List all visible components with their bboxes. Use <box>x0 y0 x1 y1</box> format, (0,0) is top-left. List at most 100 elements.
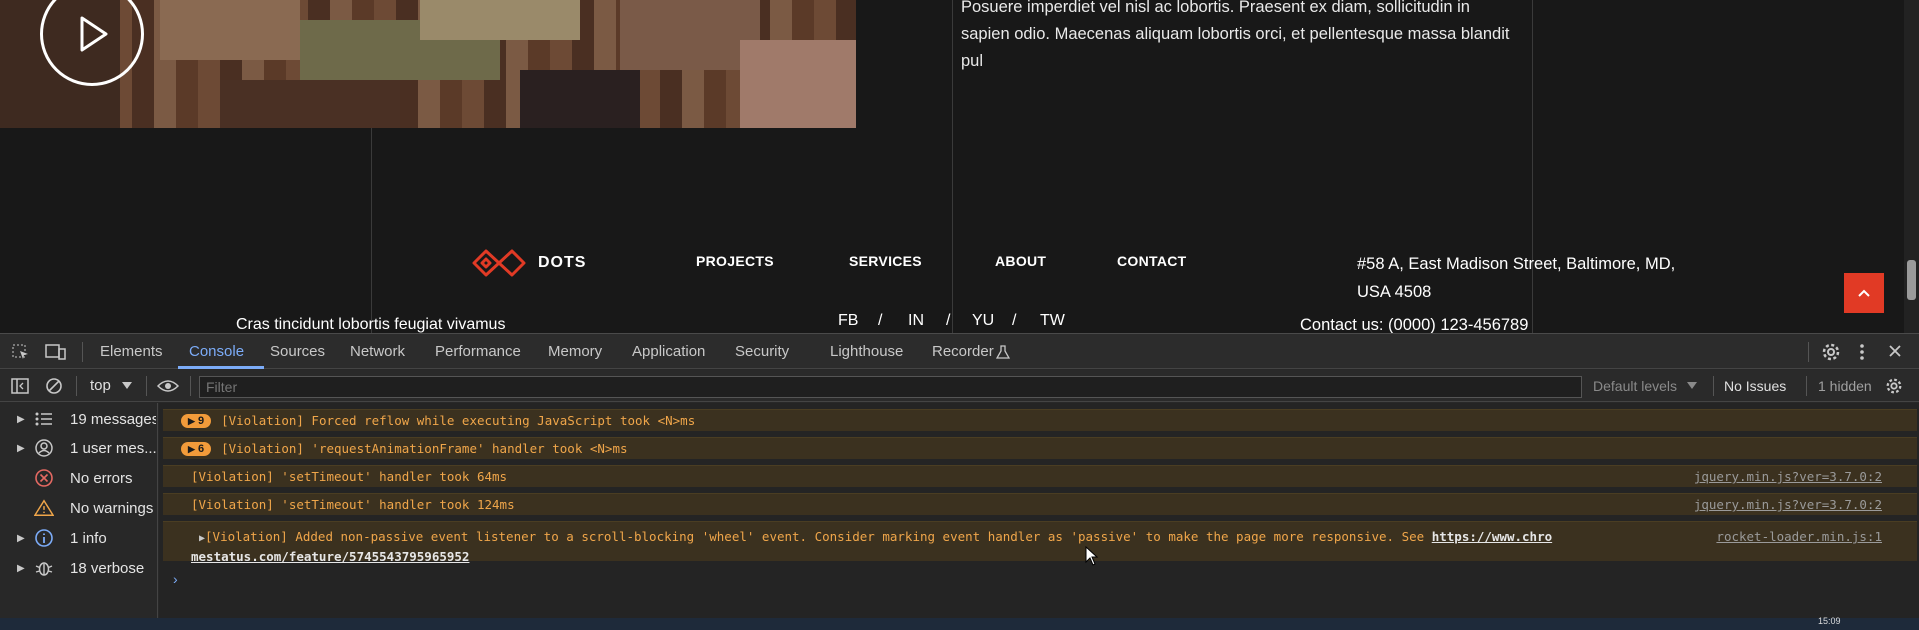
console-messages: ▶ 9 [Violation] Forced reflow while exec… <box>159 403 1919 619</box>
tab-lighthouse[interactable]: Lighthouse <box>830 343 903 360</box>
sidebar-item-verbose[interactable]: ▶ 18 verbose <box>0 554 158 582</box>
more-options-icon[interactable] <box>1858 342 1866 362</box>
message-text: [Violation] Added non-passive event list… <box>205 529 1432 544</box>
console-sidebar: ▶ 19 messages ▶ 1 user mes... No errors … <box>0 403 158 619</box>
tab-performance[interactable]: Performance <box>435 343 521 360</box>
console-message[interactable]: ▶ 6 [Violation] 'requestAnimationFrame' … <box>163 437 1917 459</box>
issues-button[interactable]: No Issues <box>1724 378 1786 394</box>
eye-icon[interactable] <box>157 378 179 394</box>
nav-projects[interactable]: PROJECTS <box>696 253 774 269</box>
message-text: [Violation] Forced reflow while executin… <box>221 413 696 428</box>
console-message[interactable]: ▶ 9 [Violation] Forced reflow while exec… <box>163 409 1917 431</box>
device-toolbar-icon[interactable] <box>45 343 67 361</box>
message-text: [Violation] 'setTimeout' handler took 64… <box>191 469 508 484</box>
console-toolbar: top Default levels No Issues 1 hidden <box>0 370 1919 402</box>
console-prompt-icon[interactable]: › <box>173 571 178 587</box>
tab-elements[interactable]: Elements <box>100 343 163 360</box>
os-taskbar: 15:09 <box>0 616 1919 630</box>
console-message[interactable]: [Violation] 'setTimeout' handler took 12… <box>163 493 1917 515</box>
contact-text: Contact us: (0000) 123-456789 <box>1300 316 1529 333</box>
expand-arrow-icon[interactable]: ▶ <box>17 414 25 425</box>
tab-recorder[interactable]: Recorder <box>932 343 994 360</box>
log-levels-select[interactable]: Default levels <box>1593 378 1677 394</box>
sidebar-item-messages[interactable]: ▶ 19 messages <box>0 405 158 433</box>
social-separator: / <box>1012 312 1017 329</box>
social-in[interactable]: IN <box>908 312 946 330</box>
console-message[interactable]: ▶[Violation] Added non-passive event lis… <box>163 521 1917 564</box>
sidebar-item-label: No warnings <box>70 499 154 517</box>
body-paragraph: Posuere imperdiet vel nisl ac lobortis. … <box>961 0 1510 70</box>
dropdown-arrow-icon <box>122 382 132 389</box>
error-icon <box>34 468 54 488</box>
footer-tagline: Cras tincidunt lobortis feugiat vivamus <box>236 316 506 333</box>
filter-input[interactable] <box>199 376 1582 398</box>
message-link[interactable]: https://www.chro <box>1432 529 1552 544</box>
tab-security[interactable]: Security <box>735 343 789 360</box>
warning-icon <box>34 498 54 518</box>
site-logo[interactable]: DOTS <box>470 246 586 280</box>
tab-network[interactable]: Network <box>350 343 405 360</box>
social-separator: / <box>946 312 951 329</box>
levels-dropdown-icon <box>1687 382 1697 389</box>
list-icon <box>34 409 54 429</box>
mouse-cursor-icon <box>1085 546 1099 566</box>
sidebar-item-label: 1 info <box>70 529 107 547</box>
page-scrollbar[interactable] <box>1904 0 1919 333</box>
social-links: FB / IN / YU / TW <box>838 312 1065 330</box>
address-text: #58 A, East Madison Street, Baltimore, M… <box>1357 255 1676 301</box>
social-separator: / <box>878 312 883 329</box>
info-icon <box>34 528 54 548</box>
sidebar-item-label: 18 verbose <box>70 559 145 577</box>
sidebar-item-user-messages[interactable]: ▶ 1 user mes... <box>0 434 158 462</box>
scroll-to-top-button[interactable] <box>1844 273 1884 313</box>
console-message[interactable]: [Violation] 'setTimeout' handler took 64… <box>163 465 1917 487</box>
settings-gear-icon[interactable] <box>1821 342 1841 362</box>
logo-text: DOTS <box>538 254 587 271</box>
scrollbar-thumb[interactable] <box>1907 260 1916 300</box>
expand-arrow-icon[interactable]: ▶ <box>17 443 25 454</box>
expand-arrow-icon[interactable]: ▶ <box>17 533 25 544</box>
message-text: [Violation] 'requestAnimationFrame' hand… <box>221 441 628 456</box>
taskbar-clock: 15:09 <box>1818 616 1841 626</box>
clear-console-icon[interactable] <box>45 377 63 395</box>
devtools-tabbar: Elements Console Sources Network Perform… <box>0 334 1919 369</box>
expand-arrow-icon[interactable]: ▶ <box>191 533 205 544</box>
expand-arrow-icon[interactable]: ▶ <box>17 563 25 574</box>
active-tab-indicator <box>178 366 264 369</box>
source-link[interactable]: jquery.min.js?ver=3.7.0:2 <box>1694 469 1882 484</box>
tab-console[interactable]: Console <box>189 343 244 360</box>
chevron-up-icon <box>1858 289 1870 297</box>
social-yu[interactable]: YU <box>972 312 1012 330</box>
tab-application[interactable]: Application <box>632 343 705 360</box>
close-icon[interactable] <box>1888 344 1902 358</box>
repeat-count-badge[interactable]: ▶ 6 <box>181 441 212 456</box>
video-thumbnail[interactable] <box>0 0 856 128</box>
sidebar-item-warnings[interactable]: No warnings <box>0 494 158 522</box>
bug-icon <box>34 558 54 578</box>
sidebar-item-label: 1 user mes... <box>70 439 156 457</box>
context-select[interactable]: top <box>90 377 111 394</box>
tab-memory[interactable]: Memory <box>548 343 602 360</box>
sidebar-toggle-icon[interactable] <box>11 378 29 394</box>
console-settings-icon[interactable] <box>1885 377 1903 395</box>
sidebar-item-errors[interactable]: No errors <box>0 464 158 492</box>
repeat-count-badge[interactable]: ▶ 9 <box>181 413 212 428</box>
sidebar-item-label: No errors <box>70 469 133 487</box>
nav-about[interactable]: ABOUT <box>995 253 1046 269</box>
message-text: [Violation] 'setTimeout' handler took 12… <box>191 497 515 512</box>
hidden-count: 1 hidden <box>1818 378 1872 394</box>
website-viewport: Posuere imperdiet vel nisl ac lobortis. … <box>0 0 1919 333</box>
devtools-panel: Elements Console Sources Network Perform… <box>0 333 1919 619</box>
play-icon <box>80 16 108 52</box>
social-tw[interactable]: TW <box>1040 312 1065 330</box>
inspect-element-icon[interactable] <box>11 343 31 361</box>
tab-sources[interactable]: Sources <box>270 343 325 360</box>
social-fb[interactable]: FB <box>838 312 878 330</box>
message-link-continued[interactable]: mestatus.com/feature/5745543795965952 <box>191 549 469 564</box>
source-link[interactable]: rocket-loader.min.js:1 <box>1716 528 1882 546</box>
nav-services[interactable]: SERVICES <box>849 253 922 269</box>
nav-contact[interactable]: CONTACT <box>1117 253 1187 269</box>
flask-icon <box>996 345 1010 359</box>
sidebar-item-info[interactable]: ▶ 1 info <box>0 524 158 552</box>
source-link[interactable]: jquery.min.js?ver=3.7.0:2 <box>1694 497 1882 512</box>
